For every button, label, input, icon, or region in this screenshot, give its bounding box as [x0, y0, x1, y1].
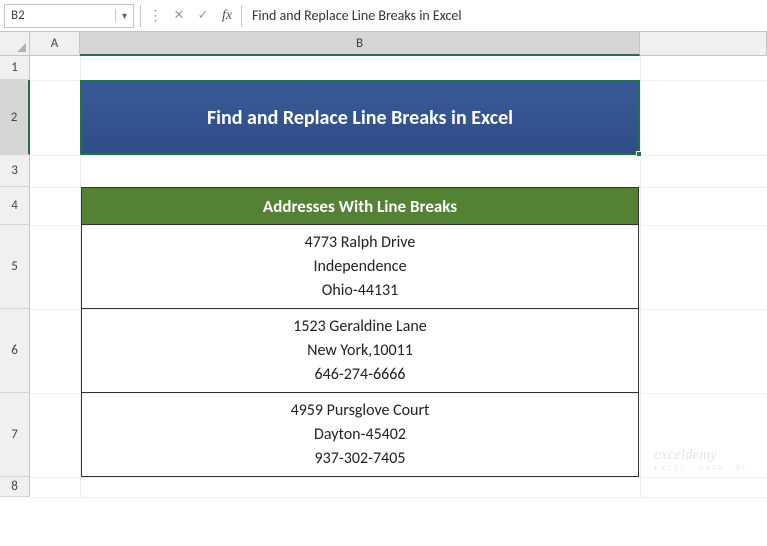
- select-all-corner[interactable]: [0, 32, 30, 56]
- row-head-2[interactable]: 2: [0, 80, 30, 155]
- gridline: [640, 56, 641, 497]
- cell-b5-address[interactable]: 4773 Ralph Drive Independence Ohio-44131: [81, 225, 639, 309]
- watermark-text: exceldemy: [654, 447, 747, 464]
- row-head-1[interactable]: 1: [0, 56, 30, 80]
- cell-b7-address[interactable]: 4959 Pursglove Court Dayton-45402 937-30…: [81, 393, 639, 477]
- formula-bar: B2 ▾ ⋮ ✕ ✓ fx Find and Replace Line Brea…: [0, 0, 767, 32]
- dots-icon: ⋮: [143, 7, 167, 24]
- col-head-c[interactable]: [640, 32, 767, 56]
- formula-buttons: ⋮ ✕ ✓ fx: [143, 4, 239, 28]
- cell-b2-title[interactable]: Find and Replace Line Breaks in Excel: [81, 81, 639, 154]
- divider: [241, 5, 242, 27]
- gridline: [30, 155, 767, 156]
- name-box-dropdown-icon[interactable]: ▾: [115, 9, 133, 22]
- address-line: Ohio-44131: [322, 279, 399, 303]
- title-text: Find and Replace Line Breaks in Excel: [207, 106, 513, 130]
- name-box[interactable]: B2: [5, 8, 115, 23]
- row-head-8[interactable]: 8: [0, 477, 30, 497]
- address-line: New York,10011: [307, 339, 413, 363]
- name-box-wrap[interactable]: B2 ▾: [4, 4, 134, 28]
- cell-grid[interactable]: Find and Replace Line Breaks in Excel Ad…: [30, 56, 767, 497]
- row-head-4[interactable]: 4: [0, 187, 30, 225]
- fx-icon[interactable]: fx: [215, 8, 239, 24]
- enter-icon: ✓: [191, 8, 215, 23]
- address-line: 4959 Pursglove Court: [291, 399, 430, 423]
- address-line: 937-302-7405: [315, 447, 406, 471]
- gridline: [30, 497, 767, 498]
- row-head-6[interactable]: 6: [0, 309, 30, 393]
- divider: [140, 5, 141, 27]
- col-head-a[interactable]: A: [30, 32, 80, 56]
- cancel-icon: ✕: [167, 8, 191, 23]
- row-head-5[interactable]: 5: [0, 225, 30, 309]
- column-headers: A B: [30, 32, 767, 56]
- row-head-3[interactable]: 3: [0, 155, 30, 187]
- watermark: exceldemy EXCEL · DATA · BI: [654, 447, 747, 472]
- formula-input[interactable]: Find and Replace Line Breaks in Excel: [244, 7, 767, 24]
- address-line: Independence: [313, 255, 406, 279]
- col-head-b[interactable]: B: [80, 32, 640, 56]
- address-line: 4773 Ralph Drive: [305, 231, 416, 255]
- cell-b4-table-header[interactable]: Addresses With Line Breaks: [81, 187, 639, 225]
- address-line: Dayton-45402: [314, 423, 406, 447]
- address-line: 1523 Geraldine Lane: [293, 315, 427, 339]
- watermark-sub: EXCEL · DATA · BI: [654, 464, 747, 472]
- address-line: 646-274-6666: [315, 363, 406, 387]
- gridline: [30, 477, 767, 478]
- row-head-7[interactable]: 7: [0, 393, 30, 477]
- row-headers: 1 2 3 4 5 6 7 8: [0, 56, 30, 497]
- cell-b6-address[interactable]: 1523 Geraldine Lane New York,10011 646-2…: [81, 309, 639, 393]
- table-header-text: Addresses With Line Breaks: [263, 196, 457, 217]
